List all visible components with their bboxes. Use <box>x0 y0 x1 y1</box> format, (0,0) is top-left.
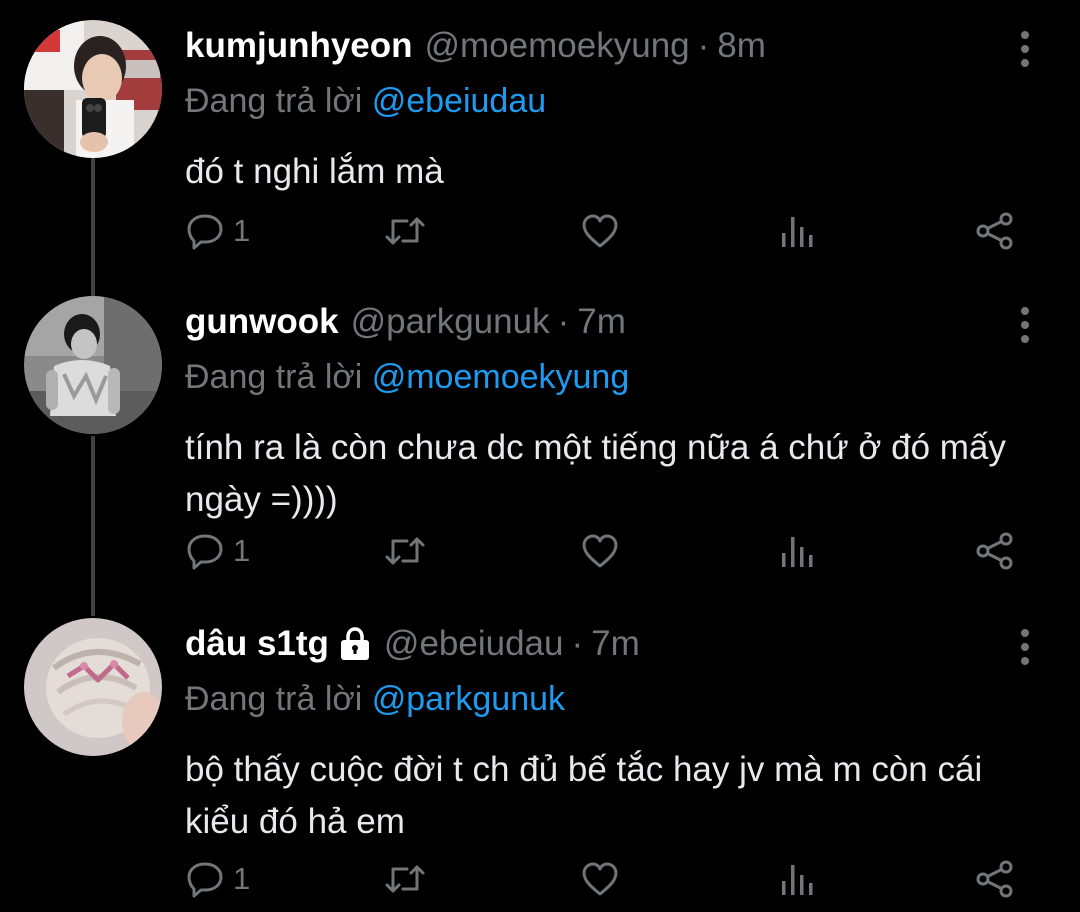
tweet-text: tính ra là còn chưa dc một tiếng nữa á c… <box>185 428 1006 519</box>
more-icon[interactable] <box>1008 300 1042 350</box>
replying-to: Đang trả lời @moemoekyung <box>185 358 629 397</box>
avatar[interactable] <box>24 20 162 158</box>
timestamp[interactable]: 8m <box>717 26 766 66</box>
reply-button[interactable]: 1 <box>185 526 250 576</box>
views-button[interactable] <box>780 854 816 904</box>
tweet-header: gunwook @parkgunuk · 7m <box>185 298 626 346</box>
separator-dot: · <box>697 26 710 65</box>
tweet[interactable]: kumjunhyeon @moemoekyung · 8m Đang trả l… <box>0 20 1080 290</box>
retweet-button[interactable] <box>383 854 427 904</box>
share-icon <box>975 211 1015 251</box>
display-name[interactable]: dâu s1tg <box>185 624 329 664</box>
replying-prefix: Đang trả lời <box>185 82 363 120</box>
views-button[interactable] <box>780 206 816 256</box>
action-bar: 1 <box>0 854 1080 904</box>
retweet-button[interactable] <box>383 206 427 256</box>
separator-dot: · <box>571 624 584 663</box>
replying-prefix: Đang trả lời <box>185 358 363 396</box>
mention-link[interactable]: @ebeiudau <box>372 82 546 120</box>
replying-to: Đang trả lời @ebeiudau <box>185 82 546 121</box>
share-icon <box>975 531 1015 571</box>
retweet-icon <box>383 531 427 571</box>
reply-button[interactable]: 1 <box>185 206 250 256</box>
views-icon <box>780 211 816 251</box>
share-button[interactable] <box>975 526 1015 576</box>
mention-link[interactable]: @moemoekyung <box>372 358 630 396</box>
mention-link[interactable]: @parkgunuk <box>372 680 565 718</box>
reply-button[interactable]: 1 <box>185 854 250 904</box>
tweet-text: đó t nghi lắm mà <box>185 152 444 191</box>
separator-dot: · <box>557 302 570 341</box>
replying-to: Đang trả lời @parkgunuk <box>185 680 565 719</box>
lock-icon <box>338 627 372 661</box>
tweet[interactable]: gunwook @parkgunuk · 7m Đang trả lời @mo… <box>0 296 1080 596</box>
display-name[interactable]: kumjunhyeon <box>185 26 413 66</box>
retweet-icon <box>383 211 427 251</box>
user-handle[interactable]: @ebeiudau <box>384 624 564 664</box>
tweet-header: dâu s1tg @ebeiudau · 7m <box>185 620 640 668</box>
avatar[interactable] <box>24 618 162 756</box>
more-icon[interactable] <box>1008 622 1042 672</box>
reply-count: 1 <box>233 533 251 568</box>
timestamp[interactable]: 7m <box>591 624 640 664</box>
views-icon <box>780 531 816 571</box>
timestamp[interactable]: 7m <box>577 302 626 342</box>
reply-count: 1 <box>233 213 251 248</box>
share-button[interactable] <box>975 206 1015 256</box>
user-handle[interactable]: @parkgunuk <box>351 302 550 342</box>
like-icon <box>580 859 620 899</box>
replying-prefix: Đang trả lời <box>185 680 363 718</box>
reply-icon <box>185 531 225 571</box>
share-icon <box>975 859 1015 899</box>
action-bar: 1 <box>0 526 1080 576</box>
action-bar: 1 <box>0 206 1080 256</box>
like-icon <box>580 211 620 251</box>
share-button[interactable] <box>975 854 1015 904</box>
tweet[interactable]: dâu s1tg @ebeiudau · 7m Đang trả lời @pa… <box>0 618 1080 912</box>
more-icon[interactable] <box>1008 24 1042 74</box>
reply-icon <box>185 859 225 899</box>
user-handle[interactable]: @moemoekyung <box>425 26 690 66</box>
views-button[interactable] <box>780 526 816 576</box>
like-button[interactable] <box>580 206 620 256</box>
display-name[interactable]: gunwook <box>185 302 339 342</box>
reply-icon <box>185 211 225 251</box>
retweet-button[interactable] <box>383 526 427 576</box>
retweet-icon <box>383 859 427 899</box>
tweet-thread: kumjunhyeon @moemoekyung · 8m Đang trả l… <box>0 0 1080 912</box>
like-icon <box>580 531 620 571</box>
views-icon <box>780 859 816 899</box>
like-button[interactable] <box>580 854 620 904</box>
tweet-text: bộ thấy cuộc đời t ch đủ bế tắc hay jv m… <box>185 750 983 841</box>
avatar[interactable] <box>24 296 162 434</box>
tweet-header: kumjunhyeon @moemoekyung · 8m <box>185 22 766 70</box>
reply-count: 1 <box>233 861 251 896</box>
like-button[interactable] <box>580 526 620 576</box>
